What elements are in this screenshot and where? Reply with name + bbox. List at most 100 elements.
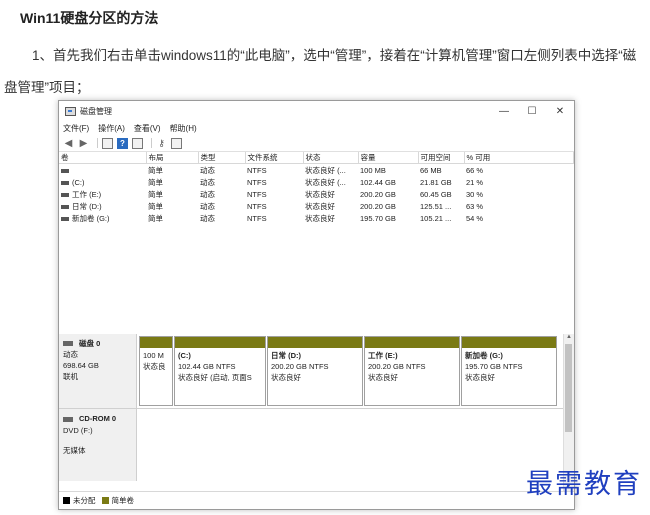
partition-size: 100 M	[143, 351, 164, 360]
disk-0-partitions: 100 M 状态良 (C:) 102.44 GB NTFS 状态良好 (启动, …	[137, 334, 564, 408]
volume-name-cell: 新加卷 (G:)	[59, 212, 146, 224]
menu-bar: 文件(F) 操作(A) 查看(V) 帮助(H)	[59, 121, 574, 135]
cdrom-icon	[63, 416, 73, 422]
col-free-space[interactable]: 可用空间	[418, 152, 465, 164]
partition-bar	[140, 337, 172, 348]
table-row[interactable]: 日常 (D:) 简单 动态 NTFS 状态良好 200.20 GB 125.51…	[59, 200, 574, 212]
minimize-button[interactable]: —	[490, 101, 518, 121]
maximize-button[interactable]: ☐	[518, 101, 546, 121]
window-controls: — ☐ ✕	[490, 101, 574, 121]
table-cell: NTFS	[247, 189, 267, 199]
table-cell: 102.44 GB	[360, 177, 396, 187]
legend-unallocated: 未分配	[73, 496, 96, 505]
back-arrow-icon[interactable]: ◀	[63, 138, 74, 149]
disk-icon	[63, 341, 73, 346]
disk-0-type: 动态	[63, 350, 78, 359]
close-button[interactable]: ✕	[546, 101, 574, 121]
partition-system-reserved[interactable]: 100 M 状态良	[139, 336, 173, 406]
table-cell: 动态	[200, 177, 215, 187]
volume-list: 卷 布局 类型 文件系统 状态 容量 可用空间 % 可用 简单 动态 NTFS …	[59, 152, 574, 338]
table-cell: 简单	[148, 201, 163, 211]
drive-icon	[61, 216, 69, 221]
key-icon[interactable]: ⚷	[156, 138, 167, 149]
article-paragraph: 1、首先我们右击单击windows11的“此电脑”，选中“管理”，接着在“计算机…	[4, 48, 637, 95]
scroll-up-arrow-icon[interactable]: ▲	[564, 334, 574, 343]
cdrom-0-info[interactable]: CD-ROM 0 DVD (F:) 无媒体	[59, 409, 137, 481]
partition-d[interactable]: 日常 (D:) 200.20 GB NTFS 状态良好	[267, 336, 363, 406]
col-capacity[interactable]: 容量	[358, 152, 419, 164]
partition-size: 200.20 GB NTFS	[271, 362, 329, 371]
toolbar-separator	[97, 138, 98, 148]
table-cell: 125.51 ...	[420, 201, 452, 211]
cdrom-0-drive: DVD (F:)	[63, 426, 93, 435]
disk-graphical-view: 磁盘 0 动态 698.64 GB 联机 100 M 状态良 (C:) 102.…	[59, 334, 564, 492]
cdrom-0-row: CD-ROM 0 DVD (F:) 无媒体	[59, 409, 564, 481]
table-cell: 简单	[148, 165, 163, 175]
disk-0-info[interactable]: 磁盘 0 动态 698.64 GB 联机	[59, 334, 137, 408]
disk-management-window: 磁盘管理 — ☐ ✕ 文件(F) 操作(A) 查看(V) 帮助(H) ◀ ▶ ?…	[58, 100, 575, 510]
watermark-logo: 最需教育	[526, 469, 642, 500]
table-cell: 30 %	[466, 189, 484, 199]
properties-icon[interactable]	[132, 137, 143, 149]
partition-status: 状态良好	[271, 373, 301, 382]
partition-name: 工作 (E:)	[368, 351, 398, 360]
article-title: Win11硬盘分区的方法	[20, 10, 159, 26]
table-cell: 简单	[148, 189, 163, 199]
window-title: 磁盘管理	[80, 106, 112, 116]
legend: 未分配 简单卷	[59, 491, 574, 509]
list-view-icon[interactable]	[102, 137, 113, 149]
menu-help[interactable]: 帮助(H)	[170, 123, 197, 134]
partition-status: 状态良好 (启动, 页面S	[178, 373, 252, 382]
table-cell: NTFS	[247, 177, 267, 187]
table-row[interactable]: 新加卷 (G:) 简单 动态 NTFS 状态良好 195.70 GB 105.2…	[59, 212, 574, 224]
drive-icon	[61, 204, 69, 209]
volume-name-cell: (C:)	[59, 176, 146, 188]
table-cell: 状态良好 (...	[305, 165, 346, 175]
table-cell: 200.20 GB	[360, 189, 396, 199]
menu-view[interactable]: 查看(V)	[134, 123, 161, 134]
volume-table-header: 卷 布局 类型 文件系统 状态 容量 可用空间 % 可用	[59, 152, 574, 164]
table-row[interactable]: 工作 (E:) 简单 动态 NTFS 状态良好 200.20 GB 60.45 …	[59, 188, 574, 200]
col-filesystem[interactable]: 文件系统	[245, 152, 304, 164]
table-cell: 66 MB	[420, 165, 442, 175]
col-volume[interactable]: 卷	[59, 152, 147, 164]
table-cell: 54 %	[466, 213, 484, 223]
table-cell: 动态	[200, 165, 215, 175]
disk-0-row: 磁盘 0 动态 698.64 GB 联机 100 M 状态良 (C:) 102.…	[59, 334, 564, 409]
drive-icon	[61, 168, 69, 173]
menu-action[interactable]: 操作(A)	[98, 123, 125, 134]
table-cell: 状态良好	[305, 201, 335, 211]
partition-name: (C:)	[178, 351, 191, 360]
volume-name-cell: 工作 (E:)	[59, 188, 146, 200]
help-icon[interactable]: ?	[117, 137, 128, 149]
cdrom-0-name: CD-ROM 0	[79, 414, 117, 423]
col-percent-free[interactable]: % 可用	[464, 152, 574, 164]
table-cell: 105.21 ...	[420, 213, 452, 223]
table-cell: 195.70 GB	[360, 213, 396, 223]
title-bar: 磁盘管理 — ☐ ✕	[59, 101, 574, 121]
partition-c[interactable]: (C:) 102.44 GB NTFS 状态良好 (启动, 页面S	[174, 336, 266, 406]
table-cell: NTFS	[247, 201, 267, 211]
console-icon[interactable]	[171, 137, 182, 149]
disk-management-app-icon	[65, 106, 76, 116]
table-cell: 100 MB	[360, 165, 386, 175]
col-layout[interactable]: 布局	[146, 152, 199, 164]
col-type[interactable]: 类型	[198, 152, 246, 164]
table-cell: NTFS	[247, 165, 267, 175]
table-cell: 动态	[200, 189, 215, 199]
partition-e[interactable]: 工作 (E:) 200.20 GB NTFS 状态良好	[364, 336, 460, 406]
partition-bar	[365, 337, 459, 348]
col-status[interactable]: 状态	[303, 152, 359, 164]
table-cell: 动态	[200, 213, 215, 223]
menu-file[interactable]: 文件(F)	[63, 123, 89, 134]
partition-status: 状态良	[143, 362, 166, 371]
table-row[interactable]: (C:) 简单 动态 NTFS 状态良好 (... 102.44 GB 21.8…	[59, 176, 574, 188]
scroll-thumb[interactable]	[565, 344, 572, 432]
partition-g[interactable]: 新加卷 (G:) 195.70 GB NTFS 状态良好	[461, 336, 557, 406]
table-row[interactable]: 简单 动态 NTFS 状态良好 (... 100 MB 66 MB 66 %	[59, 164, 574, 177]
partition-status: 状态良好	[368, 373, 398, 382]
partition-status: 状态良好	[465, 373, 495, 382]
disk-0-status: 联机	[63, 372, 78, 381]
forward-arrow-icon[interactable]: ▶	[78, 138, 89, 149]
partition-bar	[462, 337, 556, 348]
